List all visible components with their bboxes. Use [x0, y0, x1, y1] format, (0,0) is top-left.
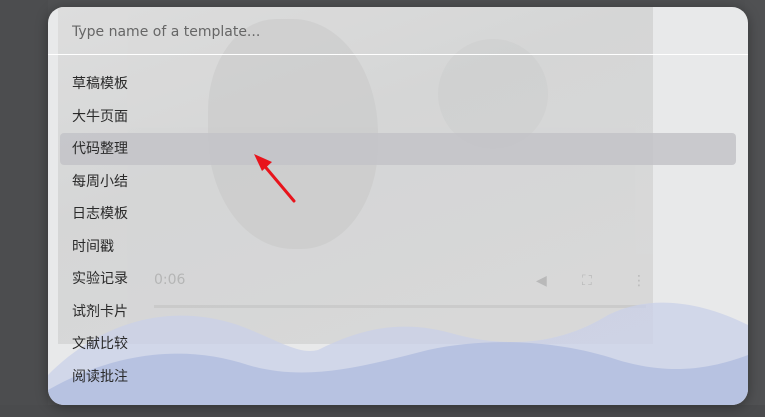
template-item[interactable]: 草稿模板 [60, 68, 736, 100]
template-picker-modal: 0:06 ◀ ⛶ ⋮ 草稿模板 大牛页面 代码整理 每周小结 日志模板 时间戳 … [48, 7, 748, 405]
template-search-input[interactable] [70, 19, 714, 45]
template-list: 草稿模板 大牛页面 代码整理 每周小结 日志模板 时间戳 实验记录 试剂卡片 文… [60, 68, 736, 393]
template-item[interactable]: 大牛页面 [60, 101, 736, 133]
template-item[interactable]: 试剂卡片 [60, 296, 736, 328]
background-panel-bottom [0, 405, 765, 417]
template-search-bar [48, 7, 748, 55]
template-item[interactable]: 每周小结 [60, 166, 736, 198]
template-item[interactable]: 文献比较 [60, 328, 736, 360]
template-item[interactable]: 日志模板 [60, 198, 736, 230]
template-item-selected[interactable]: 代码整理 [60, 133, 736, 165]
background-panel-right [745, 0, 765, 417]
template-item[interactable]: 时间戳 [60, 231, 736, 263]
background-panel-left [0, 0, 48, 417]
template-item[interactable]: 阅读批注 [60, 361, 736, 393]
template-item[interactable]: 实验记录 [60, 263, 736, 295]
